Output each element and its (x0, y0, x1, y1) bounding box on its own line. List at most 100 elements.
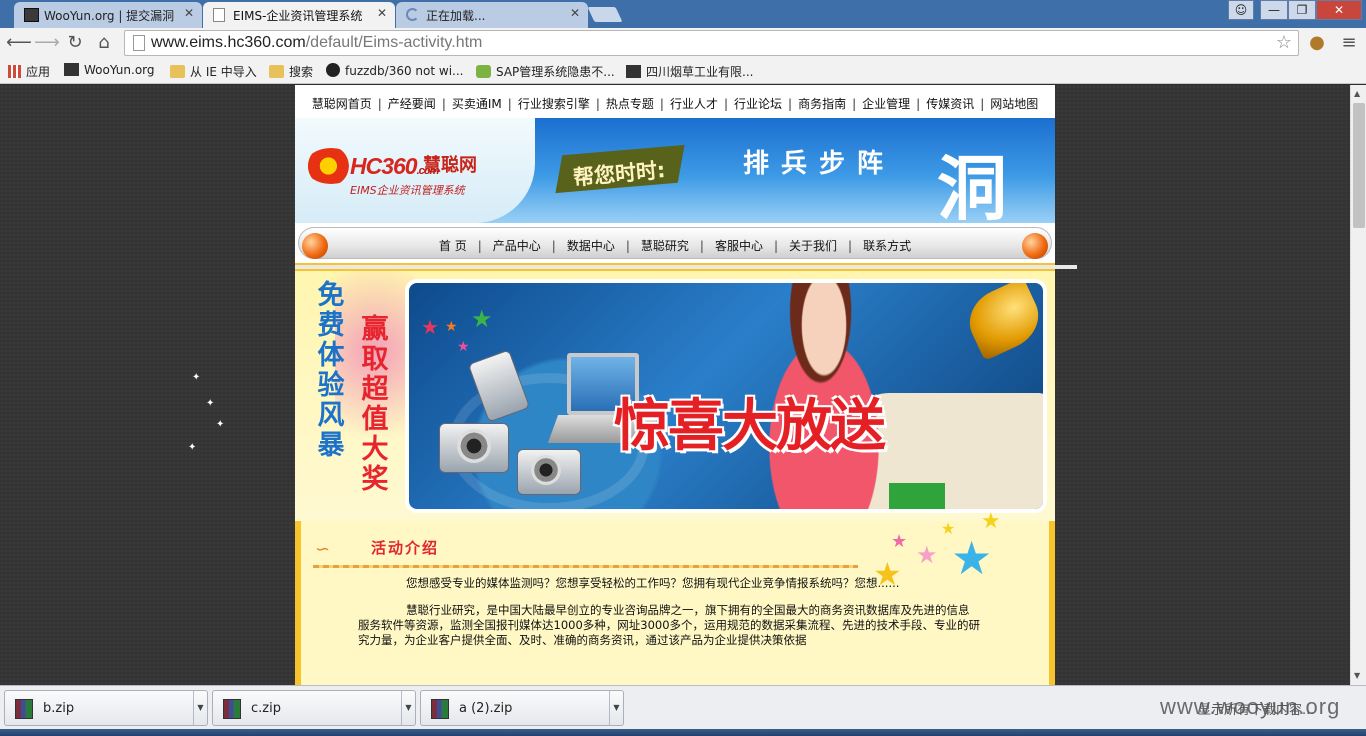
intro-title: 活动介绍 (371, 539, 440, 557)
wooyun-icon (626, 65, 641, 78)
intro-line: 服务软件等资源，监测全国报刊媒体达1000多种，网址3000多个，运用规范的数据… (358, 618, 981, 632)
tab-close-icon[interactable]: ✕ (570, 6, 580, 20)
nav-separator: | (377, 97, 382, 111)
page-icon (133, 35, 145, 51)
bookmark-star-icon[interactable]: ☆ (1276, 32, 1292, 53)
nav-separator: | (723, 97, 728, 111)
promo-vertical-char: 暴 (317, 430, 345, 461)
nav-separator: | (980, 97, 985, 111)
logo-word: HC360 (350, 153, 418, 179)
maximize-button[interactable]: ❐ (1288, 0, 1316, 20)
promo-vertical-char: 超 (361, 374, 389, 405)
tab-wooyun[interactable]: WooYun.org | 提交漏洞 ✕ (14, 2, 202, 28)
nav-separator: | (699, 239, 704, 253)
nav-separator: | (507, 97, 512, 111)
forward-arrow-icon[interactable]: ⟶ (34, 32, 60, 53)
star-icon: ★ (916, 541, 938, 569)
bookmark-import-ie[interactable]: 从 IE 中导入 (170, 63, 257, 80)
nav-separator: | (441, 97, 446, 111)
top-nav-link[interactable]: 热点专题 (606, 97, 654, 111)
promo-vertical-char: 取 (361, 344, 389, 375)
tab-close-icon[interactable]: ✕ (184, 6, 194, 20)
nav-separator: | (659, 97, 664, 111)
bookmark-fuzzdb[interactable]: fuzzdb/360 not wi... (326, 63, 463, 78)
url-text[interactable]: www.eims.hc360.com/default/Eims-activity… (151, 34, 482, 52)
back-arrow-icon[interactable]: ⟵ (6, 32, 32, 53)
top-nav-link[interactable]: 传媒资讯 (926, 97, 974, 111)
tab-close-icon[interactable]: ✕ (377, 6, 387, 20)
promo-vertical-char: 值 (361, 404, 389, 435)
nav-separator: | (852, 97, 857, 111)
logo-cn: 慧聪网 (423, 155, 477, 176)
main-nav-link[interactable]: 数据中心 (567, 239, 615, 253)
page-viewport: ✦ ✦ ✦ ✦ 慧聪网首页 | 产经要闻 | 买卖通IM | 行业搜索引擎 | 热点专题 | 行业人… (0, 85, 1350, 685)
main-nav-link[interactable]: 慧聪研究 (641, 239, 689, 253)
top-nav-link[interactable]: 行业人才 (670, 97, 718, 111)
menu-icon[interactable]: ≡ (1338, 32, 1360, 53)
camera-lens-icon (457, 429, 491, 463)
scrollbar-thumb[interactable] (1353, 103, 1365, 228)
top-nav-link[interactable]: 产经要闻 (388, 97, 436, 111)
sparkle-icon: ✦ (206, 398, 215, 409)
top-nav-link[interactable]: 商务指南 (798, 97, 846, 111)
reload-icon[interactable]: ↻ (64, 32, 86, 53)
logo-subtitle: EIMS企业资讯管理系统 (350, 184, 465, 197)
megaphone-icon (959, 283, 1043, 361)
nav-separator: | (773, 239, 779, 253)
bookmark-sap[interactable]: SAP管理系统隐患不... (476, 63, 615, 80)
home-icon[interactable]: ⌂ (93, 32, 115, 53)
address-bar[interactable]: www.eims.hc360.com/default/Eims-activity… (124, 30, 1299, 56)
download-item[interactable]: b.zip ▼ (4, 690, 208, 726)
bookmark-apps[interactable]: 应用 (8, 63, 50, 80)
nav-separator: | (916, 97, 921, 111)
user-icon[interactable]: ☺ (1228, 0, 1254, 20)
chevron-down-icon[interactable]: ▼ (609, 691, 623, 725)
minimize-button[interactable]: — (1260, 0, 1288, 20)
bookmark-label: 从 IE 中导入 (190, 65, 257, 79)
page-favicon-icon (213, 8, 225, 22)
star-icon: ★ (891, 531, 908, 552)
bookmark-sichuan[interactable]: 四川烟草工业有限... (626, 63, 753, 80)
promo-background: 免费体验风暴 赢取超值大奖 ★ ★ ★ ★ 惊喜大放送 (295, 271, 1055, 521)
main-nav-link[interactable]: 关于我们 (789, 239, 837, 253)
main-nav-link[interactable]: 客服中心 (715, 239, 763, 253)
top-nav-link[interactable]: 行业论坛 (734, 97, 782, 111)
star-icon: ★ (951, 531, 993, 585)
page-divider-line (295, 265, 1077, 269)
nav-separator: | (848, 239, 853, 253)
check-icon (476, 65, 491, 78)
cookie-extension-icon[interactable]: ● (1306, 32, 1328, 53)
bookmark-wooyun[interactable]: WooYun.org (64, 63, 155, 77)
intro-line: 究力量，为企业客户提供全面、及时、准确的商务资讯，通过该产品为企业提供决策依据 (358, 633, 807, 647)
top-nav-link[interactable]: 企业管理 (862, 97, 910, 111)
star-icon: ★ (457, 339, 470, 355)
os-taskbar (0, 729, 1366, 736)
main-nav-link[interactable]: 首 页 (439, 239, 467, 253)
chevron-down-icon[interactable]: ▼ (401, 691, 415, 725)
download-item[interactable]: c.zip ▼ (212, 690, 416, 726)
intro-line: 您想感受专业的媒体监测吗？您想享受轻松的工作吗？您拥有现代企业竞争情报系统吗？您… (406, 576, 900, 590)
main-nav-link[interactable]: 产品中心 (493, 239, 541, 253)
bookmark-search[interactable]: 搜索 (269, 63, 313, 80)
close-window-button[interactable]: ✕ (1316, 0, 1362, 20)
scroll-down-icon[interactable]: ▼ (1354, 671, 1360, 680)
new-tab-button[interactable] (587, 7, 623, 22)
top-nav-link[interactable]: 买卖通IM (452, 97, 502, 111)
promo-vertical-char: 大 (361, 434, 389, 465)
download-item[interactable]: a (2).zip ▼ (420, 690, 624, 726)
tab-title: EIMS-企业资讯管理系统 (233, 9, 363, 23)
promo-banner-image[interactable]: ★ ★ ★ ★ 惊喜大放送 (405, 279, 1047, 513)
vertical-scrollbar[interactable]: ▲ ▼ (1350, 85, 1366, 685)
main-nav-link[interactable]: 联系方式 (863, 239, 911, 253)
promo-vertical-char: 赢 (361, 314, 389, 345)
chevron-down-icon[interactable]: ▼ (193, 691, 207, 725)
top-nav-link[interactable]: 行业搜索引擎 (518, 97, 590, 111)
tab-eims[interactable]: EIMS-企业资讯管理系统 ✕ (203, 2, 395, 28)
tab-loading[interactable]: 正在加载... ✕ (396, 2, 588, 28)
nav-separator: | (551, 239, 556, 253)
top-nav-link[interactable]: 慧聪网首页 (312, 97, 372, 111)
top-nav-link[interactable]: 网站地图 (990, 97, 1038, 111)
nav-separator: | (788, 97, 793, 111)
intro-divider (313, 565, 858, 568)
scroll-up-icon[interactable]: ▲ (1354, 89, 1360, 98)
